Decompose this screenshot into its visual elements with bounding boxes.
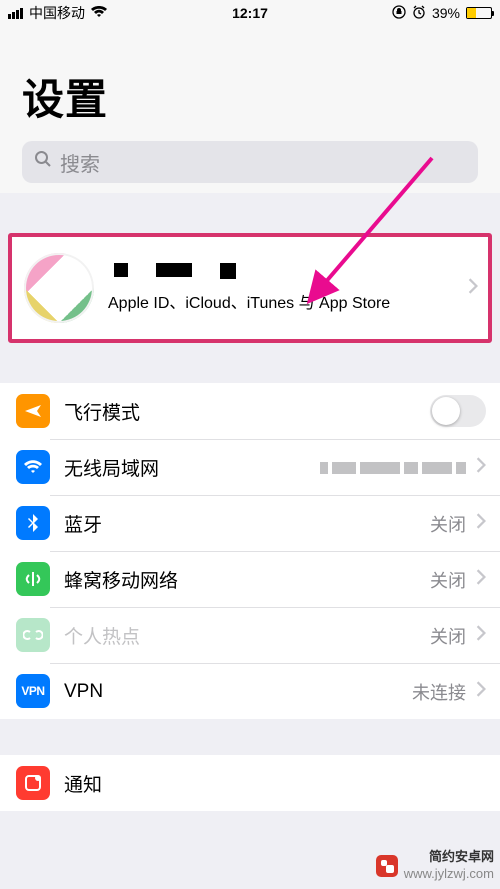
row-value: 关闭 bbox=[430, 567, 466, 593]
notifications-icon bbox=[16, 766, 50, 800]
header: 设置 搜索 bbox=[0, 26, 500, 193]
wifi-icon bbox=[91, 5, 107, 21]
watermark: 简约安卓网 www.jylzwj.com bbox=[376, 849, 494, 883]
row-value: 关闭 bbox=[430, 623, 466, 649]
clock: 12:17 bbox=[232, 5, 268, 21]
settings-group-notifications: 通知 bbox=[0, 755, 500, 811]
orientation-lock-icon bbox=[392, 5, 406, 22]
search-field[interactable]: 搜索 bbox=[22, 141, 478, 183]
chevron-right-icon bbox=[476, 681, 486, 702]
wifi-name-redacted bbox=[320, 460, 466, 476]
row-vpn[interactable]: VPN VPN 未连接 bbox=[0, 663, 500, 719]
chevron-right-icon bbox=[476, 513, 486, 534]
airplane-toggle[interactable] bbox=[430, 395, 486, 427]
row-label: 蜂窝移动网络 bbox=[64, 566, 420, 593]
row-label: 个人热点 bbox=[64, 622, 420, 649]
search-placeholder: 搜索 bbox=[60, 148, 100, 177]
cellular-icon bbox=[16, 562, 50, 596]
row-notifications[interactable]: 通知 bbox=[0, 755, 500, 811]
alarm-icon bbox=[412, 5, 426, 22]
row-airplane-mode[interactable]: 飞行模式 bbox=[0, 383, 500, 439]
account-name-redacted bbox=[108, 263, 454, 279]
battery-percent: 39% bbox=[432, 5, 460, 21]
carrier-label: 中国移动 bbox=[29, 3, 85, 23]
watermark-brand: 简约安卓网 bbox=[429, 849, 494, 864]
watermark-logo-icon bbox=[376, 855, 398, 877]
settings-group-connectivity: 飞行模式 无线局域网 蓝牙 关闭 蜂窝移动网络 bbox=[0, 383, 500, 719]
row-label: 蓝牙 bbox=[64, 510, 420, 537]
apple-id-row[interactable]: Apple ID、iCloud、iTunes 与 App Store bbox=[8, 233, 492, 343]
chevron-right-icon bbox=[476, 457, 486, 478]
wifi-icon bbox=[16, 450, 50, 484]
row-value: 未连接 bbox=[412, 679, 466, 705]
row-bluetooth[interactable]: 蓝牙 关闭 bbox=[0, 495, 500, 551]
watermark-url: www.jylzwj.com bbox=[404, 866, 494, 881]
row-wifi[interactable]: 无线局域网 bbox=[0, 439, 500, 495]
row-value: 关闭 bbox=[430, 511, 466, 537]
chevron-right-icon bbox=[468, 278, 478, 299]
battery-icon bbox=[466, 7, 492, 19]
hotspot-icon bbox=[16, 618, 50, 652]
status-bar: 中国移动 12:17 39% bbox=[0, 0, 500, 26]
avatar bbox=[24, 253, 94, 323]
row-label: VPN bbox=[64, 681, 402, 703]
chevron-right-icon bbox=[476, 625, 486, 646]
row-label: 通知 bbox=[64, 770, 486, 797]
signal-icon bbox=[8, 8, 23, 19]
apple-id-subtitle: Apple ID、iCloud、iTunes 与 App Store bbox=[108, 289, 454, 313]
vpn-icon: VPN bbox=[16, 674, 50, 708]
page-title: 设置 bbox=[22, 66, 478, 127]
bluetooth-icon bbox=[16, 506, 50, 540]
search-icon bbox=[34, 150, 52, 174]
airplane-icon bbox=[16, 394, 50, 428]
row-cellular[interactable]: 蜂窝移动网络 关闭 bbox=[0, 551, 500, 607]
row-label: 飞行模式 bbox=[64, 398, 420, 425]
chevron-right-icon bbox=[476, 569, 486, 590]
row-label: 无线局域网 bbox=[64, 454, 310, 481]
row-hotspot[interactable]: 个人热点 关闭 bbox=[0, 607, 500, 663]
